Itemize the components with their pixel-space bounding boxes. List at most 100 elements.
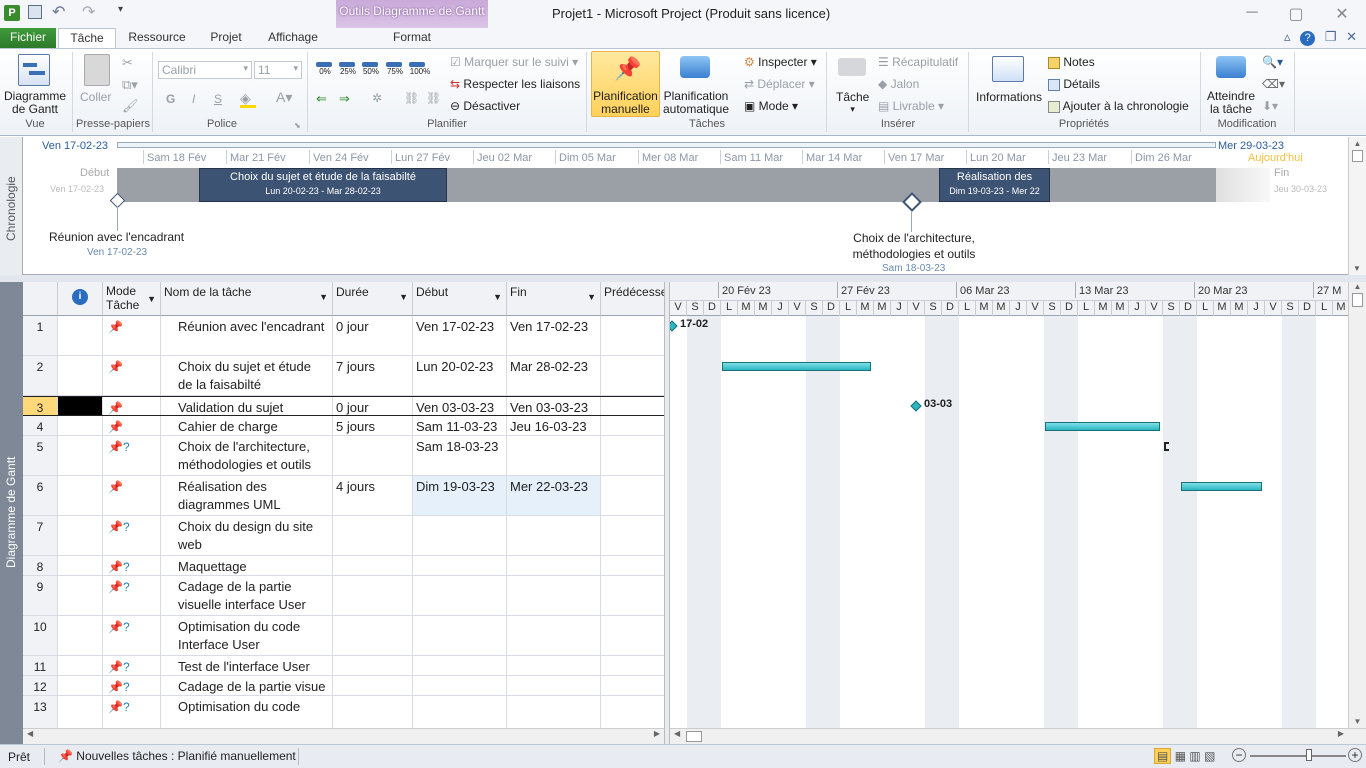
end-cell[interactable] (507, 696, 601, 728)
predecessors-cell[interactable] (601, 656, 664, 675)
row-number[interactable]: 10 (23, 616, 58, 655)
new-tasks-mode-button[interactable]: 📌 Nouvelles tâches : Planifié manuelleme… (58, 749, 296, 763)
milestone-marker[interactable] (910, 400, 922, 412)
mode-button[interactable]: ▣ Mode ▾ (744, 99, 798, 113)
predecessors-cell[interactable] (601, 576, 664, 615)
table-row[interactable]: 11 📌? Test de l'interface User (23, 656, 664, 676)
manual-schedule-button[interactable]: 📌 Planification manuelle (591, 51, 660, 117)
indicator-cell[interactable] (58, 397, 103, 415)
font-name-select[interactable]: Calibri ▾ (158, 61, 252, 79)
table-row[interactable]: 7 📌? Choix du design du site web (23, 516, 664, 556)
gantt-side-tab[interactable]: Diagramme de Gantt (0, 282, 23, 744)
task-mode-cell[interactable]: 📌 (103, 356, 161, 395)
table-row[interactable]: 10 📌? Optimisation du code Interface User (23, 616, 664, 656)
predecessors-cell[interactable] (601, 416, 664, 435)
percent-75-button[interactable]: 75% (386, 62, 404, 82)
table-row[interactable]: 4 📌 Cahier de charge 5 jours Sam 11-03-23 Jeu… (23, 416, 664, 436)
tab-ressource[interactable]: Ressource (124, 28, 190, 48)
task-mode-cell[interactable]: 📌 (103, 316, 161, 355)
indicator-cell[interactable] (58, 676, 103, 695)
task-mode-cell[interactable]: 📌? (103, 656, 161, 675)
row-number[interactable]: 6 (23, 476, 58, 515)
row-number[interactable]: 12 (23, 676, 58, 695)
mode-header[interactable]: Mode Tâche ▼ (103, 282, 161, 316)
timeline-bar-task6[interactable]: Réalisation des Dim 19-03-23 - Mer 22 (939, 168, 1050, 202)
end-cell[interactable] (507, 676, 601, 695)
row-number[interactable]: 2 (23, 356, 58, 395)
end-cell[interactable] (507, 436, 601, 475)
predecessors-cell[interactable] (601, 397, 664, 415)
end-cell[interactable] (507, 576, 601, 615)
zoom-slider-thumb[interactable] (1306, 749, 1312, 761)
indicator-cell[interactable] (58, 316, 103, 355)
gantt-view-shortcut-icon[interactable]: ▤ (1154, 748, 1172, 764)
duration-cell[interactable] (333, 576, 413, 615)
timeline-bar-task2[interactable]: Choix du sujet et étude de la faisabilté… (199, 168, 447, 202)
auto-schedule-icon[interactable] (680, 56, 710, 78)
row-number[interactable]: 3 (23, 397, 58, 415)
duration-cell[interactable] (333, 656, 413, 675)
task-name-cell[interactable]: Réunion avec l'encadrant (161, 316, 333, 355)
indicator-cell[interactable] (58, 416, 103, 435)
task-bar[interactable] (1045, 422, 1160, 431)
end-header[interactable]: Fin ▼ (507, 282, 601, 316)
table-row[interactable]: 3 📌 Validation du sujet 0 jour Ven 03-03-23 V… (23, 396, 664, 416)
table-row[interactable]: 9 📌? Cadage de la partie visuelle interfac… (23, 576, 664, 616)
task-mode-cell[interactable]: 📌 (103, 397, 161, 415)
tab-projet[interactable]: Projet (200, 28, 252, 48)
duration-cell[interactable]: 7 jours (333, 356, 413, 395)
summary-button[interactable]: ☰ Récapitulatif (878, 55, 958, 69)
indicator-cell[interactable] (58, 656, 103, 675)
predecessors-cell[interactable] (601, 516, 664, 555)
task-mode-cell[interactable]: 📌? (103, 556, 161, 575)
tab-tache[interactable]: Tâche (58, 28, 116, 48)
font-color-icon[interactable]: A▾ (276, 89, 292, 106)
milestone-button[interactable]: ◆ Jalon (878, 77, 919, 91)
start-cell[interactable]: Ven 03-03-23 (413, 397, 507, 415)
task-grid[interactable]: i Mode Tâche ▼ Nom de la tâche ▼ Durée ▼ Dé… (23, 282, 664, 728)
duration-header[interactable]: Durée ▼ (333, 282, 413, 316)
start-header[interactable]: Début ▼ (413, 282, 507, 316)
duration-cell[interactable]: 4 jours (333, 476, 413, 515)
task-mode-cell[interactable]: 📌? (103, 436, 161, 475)
grid-horizontal-scrollbar[interactable]: ◀ ▶ (23, 728, 664, 744)
close-doc-icon[interactable]: ✕ (1346, 29, 1357, 44)
duration-cell[interactable] (333, 696, 413, 728)
tab-format[interactable]: Format (336, 28, 488, 48)
end-cell[interactable]: Ven 17-02-23 (507, 316, 601, 355)
maximize-button[interactable]: ▢ (1284, 4, 1308, 24)
task-bar[interactable] (1181, 482, 1262, 491)
duration-cell[interactable] (333, 516, 413, 555)
table-row[interactable]: 8 📌? Maquettage (23, 556, 664, 576)
usage-view-shortcut-icon[interactable]: ▦ (1175, 749, 1186, 763)
gantt-chart-icon[interactable] (18, 54, 50, 86)
table-row[interactable]: 13 📌? Optimisation du code (23, 696, 664, 728)
italic-button[interactable]: I (192, 92, 195, 106)
indicator-cell[interactable] (58, 576, 103, 615)
table-row[interactable]: 1 📌 Réunion avec l'encadrant 0 jour Ven 17-0… (23, 316, 664, 356)
predecessors-cell[interactable] (601, 476, 664, 515)
start-cell[interactable] (413, 616, 507, 655)
percent-50-button[interactable]: 50% (362, 62, 380, 82)
predecessors-cell[interactable] (601, 356, 664, 395)
zoom-slider[interactable] (1250, 755, 1346, 757)
unlink-icon[interactable]: ⛓ (426, 91, 441, 105)
information-icon[interactable] (992, 56, 1024, 82)
percent-0-button[interactable]: 0% (316, 62, 334, 82)
respect-links-button[interactable]: ⇆ Respecter les liaisons (450, 77, 580, 91)
duration-cell[interactable]: 5 jours (333, 416, 413, 435)
end-cell[interactable] (507, 616, 601, 655)
start-cell[interactable]: Sam 18-03-23 (413, 436, 507, 475)
font-dialog-launcher-icon[interactable]: ⬊ (294, 121, 301, 130)
end-cell[interactable]: Ven 03-03-23 (507, 397, 601, 415)
zoom-out-button[interactable]: − (1232, 748, 1246, 762)
task-mode-cell[interactable]: 📌? (103, 516, 161, 555)
mark-on-track-button[interactable]: ☑ Marquer sur le suivi ▾ (450, 55, 578, 69)
duration-cell[interactable] (333, 556, 413, 575)
predecessors-cell[interactable] (601, 696, 664, 728)
customize-quick-access-icon[interactable]: ▾ (118, 4, 123, 15)
name-header[interactable]: Nom de la tâche ▼ (161, 282, 333, 316)
gantt-view-button[interactable]: Diagramme de Gantt (4, 90, 66, 116)
undo-icon[interactable]: ↶ (52, 2, 65, 22)
task-mode-cell[interactable]: 📌 (103, 476, 161, 515)
